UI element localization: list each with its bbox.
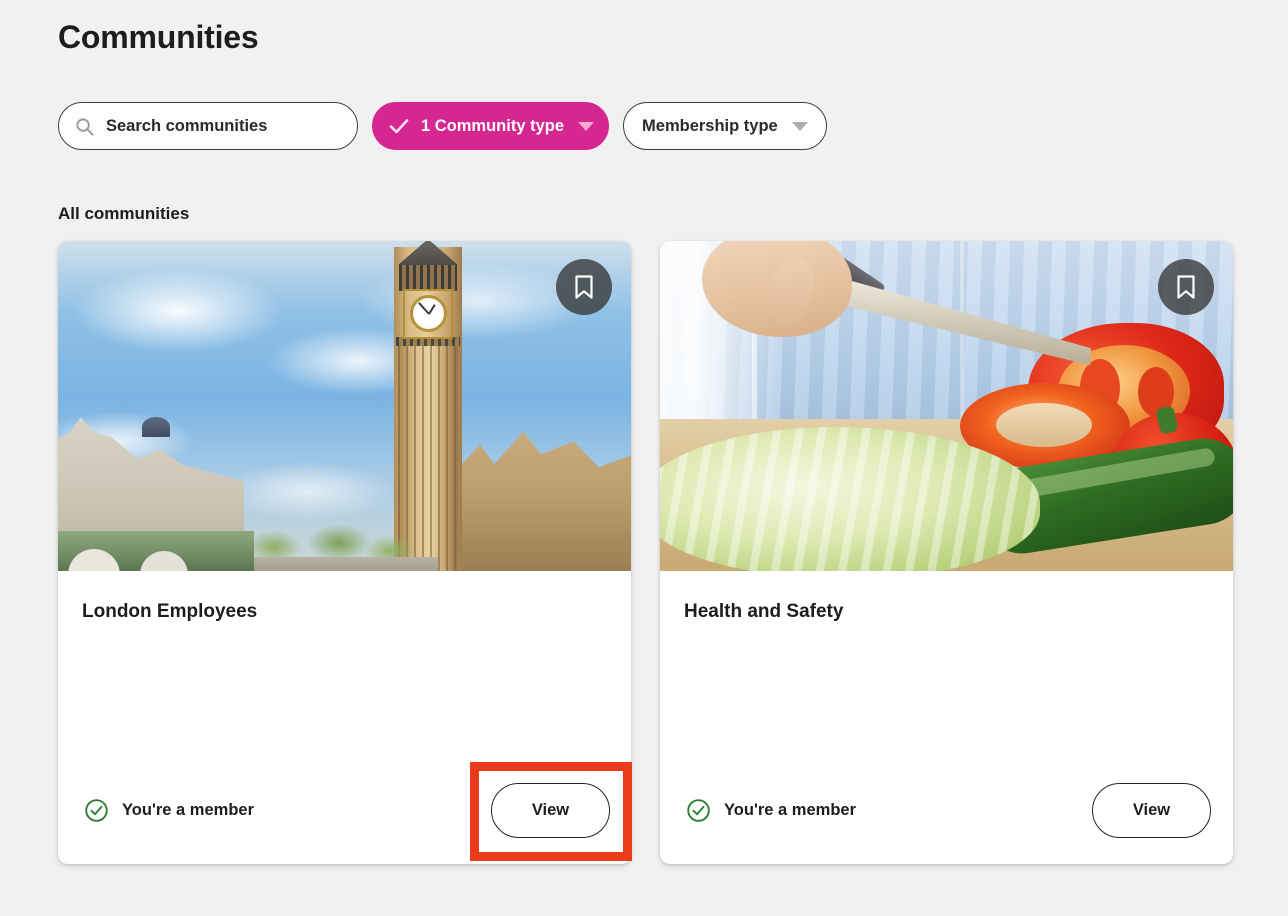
chevron-down-icon xyxy=(791,121,808,131)
view-button-highlighted[interactable]: View xyxy=(491,783,610,838)
membership-status: You're a member xyxy=(84,798,254,823)
page-title: Communities xyxy=(58,19,259,55)
check-circle-icon xyxy=(687,798,710,822)
filter-community-type[interactable]: 1 Community type xyxy=(372,102,610,150)
decor-dome xyxy=(142,417,170,437)
membership-status: You're a member xyxy=(686,798,856,823)
check-icon xyxy=(389,119,409,134)
communities-page: Communities Search communities 1 Communi… xyxy=(0,0,1288,916)
check-circle-icon xyxy=(85,798,108,822)
community-card[interactable]: Health and Safety You're a member View xyxy=(660,241,1233,864)
community-card[interactable]: London Employees You're a member View xyxy=(58,241,631,864)
bookmark-button[interactable] xyxy=(556,259,612,315)
decor-dill xyxy=(660,413,798,513)
card-image-london xyxy=(58,241,631,571)
card-footer: You're a member View xyxy=(660,756,1233,864)
decor-clock-face xyxy=(410,295,447,332)
filter-membership-type-label: Membership type xyxy=(642,116,778,135)
decor-belfry xyxy=(399,265,457,291)
membership-label: You're a member xyxy=(724,800,856,819)
chevron-down-icon xyxy=(578,121,595,131)
filter-community-type-label: 1 Community type xyxy=(421,116,565,135)
view-button[interactable]: View xyxy=(1092,782,1211,838)
search-placeholder: Search communities xyxy=(106,116,268,135)
decor-pepper-slice-hole xyxy=(996,403,1092,447)
bookmark-icon xyxy=(575,275,593,299)
community-card-grid: London Employees You're a member View xyxy=(58,241,1233,864)
bookmark-button[interactable] xyxy=(1158,259,1214,315)
search-input[interactable]: Search communities xyxy=(58,102,358,150)
membership-label: You're a member xyxy=(122,800,254,819)
section-label: All communities xyxy=(58,204,190,223)
card-image-health xyxy=(660,241,1233,571)
decor-clock-minute-hand xyxy=(417,301,430,315)
filter-membership-type[interactable]: Membership type xyxy=(623,102,827,150)
bookmark-icon xyxy=(1177,275,1195,299)
card-title: Health and Safety xyxy=(684,601,844,622)
card-title: London Employees xyxy=(82,601,258,622)
search-icon xyxy=(76,117,94,136)
filter-bar: Search communities 1 Community type Memb… xyxy=(58,102,827,150)
